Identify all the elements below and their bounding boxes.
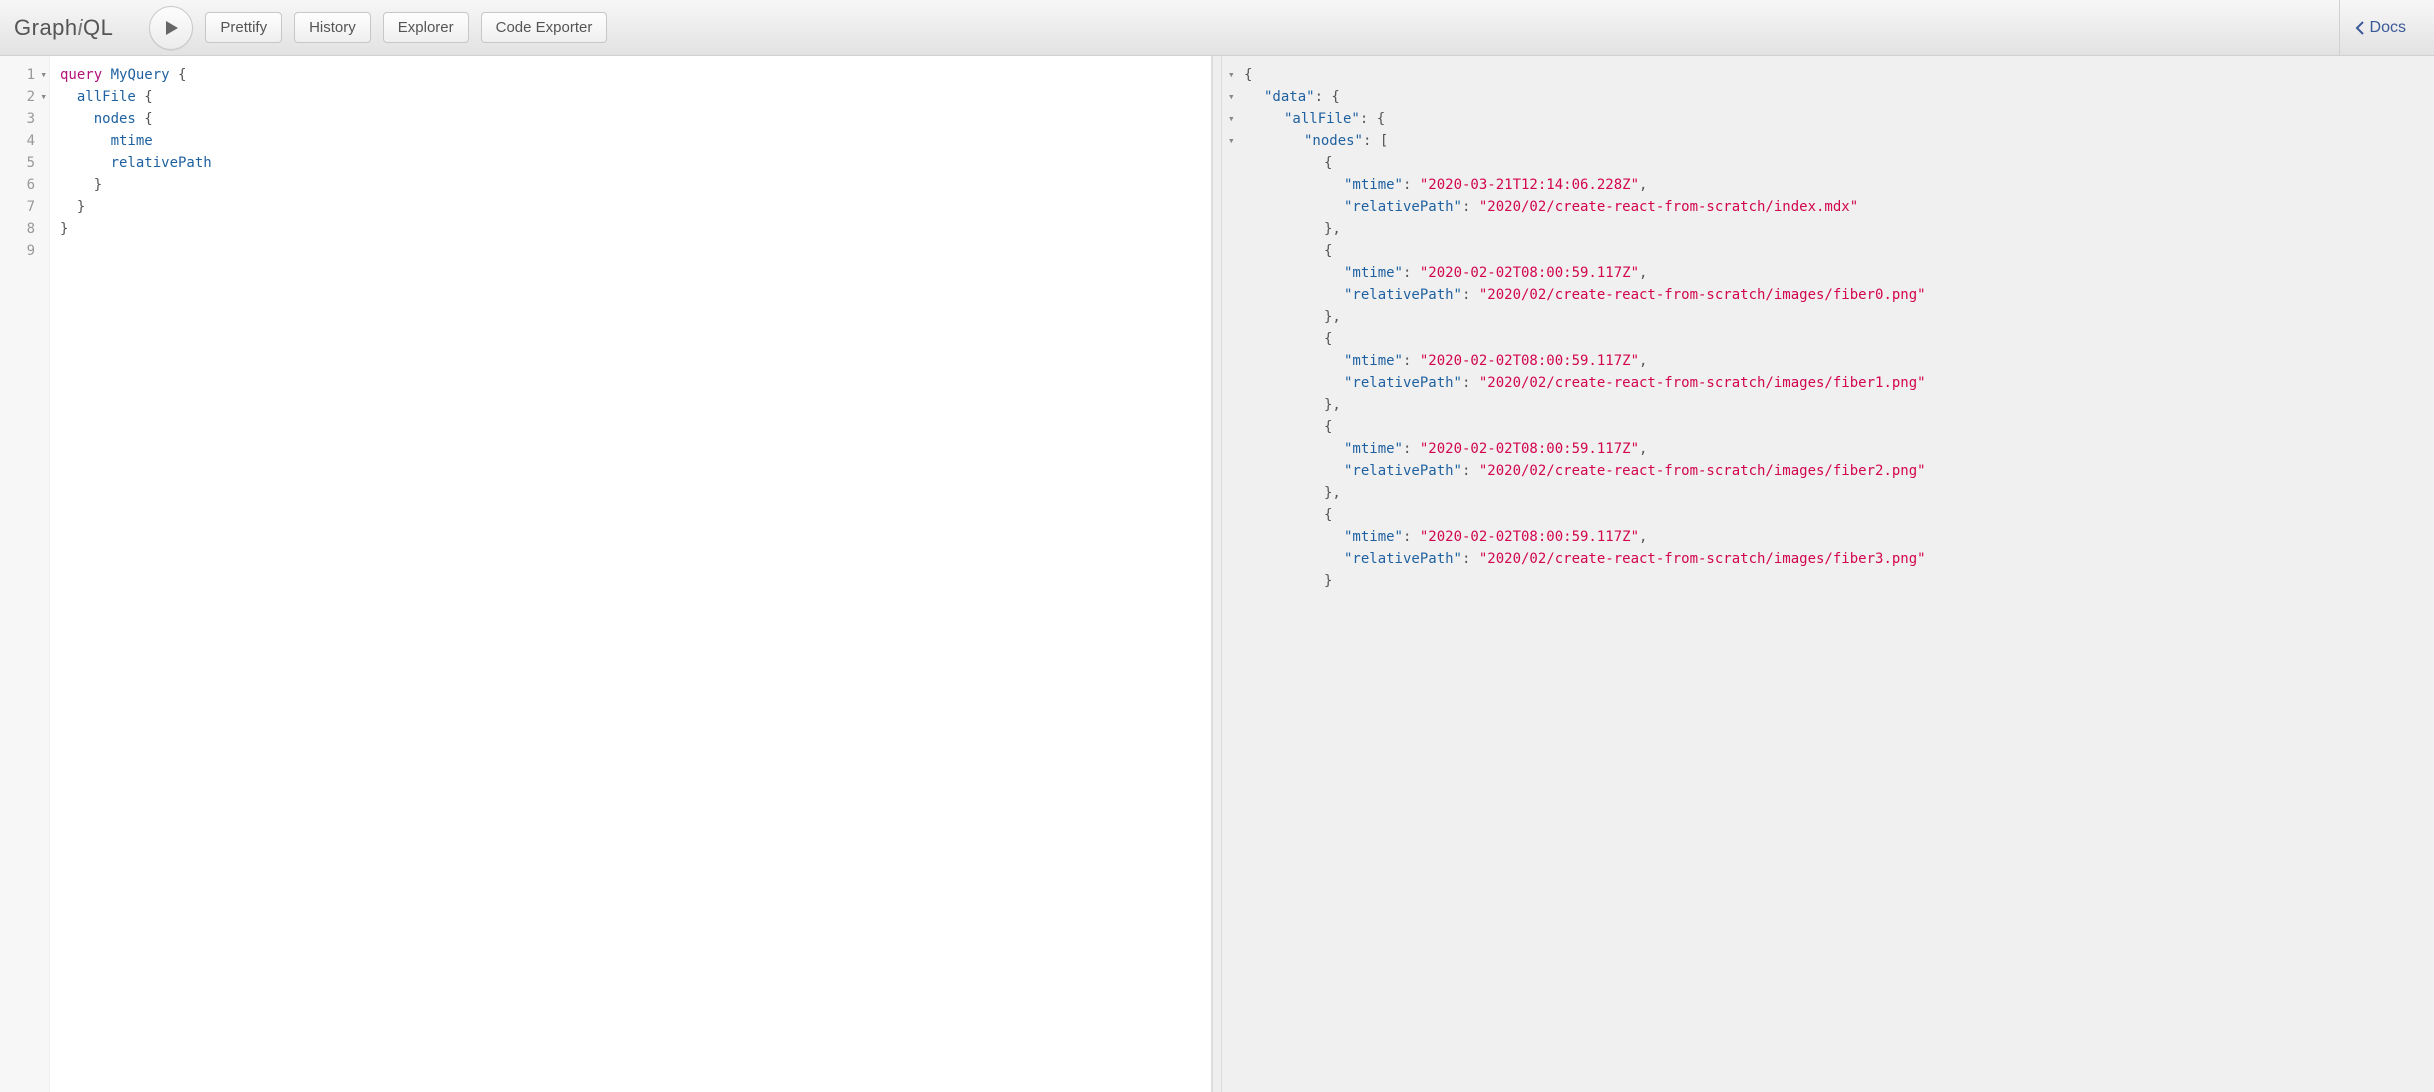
result-line: "relativePath": "2020/02/create-react-fr… <box>1244 372 2428 394</box>
line-number: 2▾ <box>0 86 49 108</box>
prettify-button[interactable]: Prettify <box>205 12 282 43</box>
result-line: "mtime": "2020-02-02T08:00:59.117Z", <box>1244 350 2428 372</box>
code-line: } <box>60 196 1201 218</box>
result-fold-gutter: ▾▾▾▾ <box>1222 56 1244 1092</box>
chevron-left-icon <box>2354 20 2366 36</box>
query-editor[interactable]: query MyQuery { allFile { nodes { mtime … <box>50 56 1211 1092</box>
code-line: relativePath <box>60 152 1201 174</box>
line-number: 3 <box>0 108 49 130</box>
result-line: "mtime": "2020-02-02T08:00:59.117Z", <box>1244 262 2428 284</box>
result-line: { <box>1244 240 2428 262</box>
result-line: { <box>1244 152 2428 174</box>
result-line: "mtime": "2020-03-21T12:14:06.228Z", <box>1244 174 2428 196</box>
result-line: "allFile": { <box>1244 108 2428 130</box>
fold-triangle-icon[interactable]: ▾ <box>1222 64 1244 86</box>
fold-triangle-icon[interactable]: ▾ <box>40 86 47 108</box>
line-number: 5 <box>0 152 49 174</box>
result-line: "mtime": "2020-02-02T08:00:59.117Z", <box>1244 438 2428 460</box>
title-suffix: QL <box>83 15 113 40</box>
result-line: }, <box>1244 394 2428 416</box>
code-line: nodes { <box>60 108 1201 130</box>
result-line: { <box>1244 504 2428 526</box>
line-number: 7 <box>0 196 49 218</box>
history-button[interactable]: History <box>294 12 371 43</box>
query-editor-pane: 1▾2▾3456789 query MyQuery { allFile { no… <box>0 56 1212 1092</box>
result-line: "relativePath": "2020/02/create-react-fr… <box>1244 460 2428 482</box>
result-line: }, <box>1244 482 2428 504</box>
play-icon <box>163 20 179 36</box>
code-exporter-button[interactable]: Code Exporter <box>481 12 608 43</box>
result-line: "data": { <box>1244 86 2428 108</box>
line-gutter: 1▾2▾3456789 <box>0 56 50 1092</box>
line-number: 4 <box>0 130 49 152</box>
result-line: "nodes": [ <box>1244 130 2428 152</box>
result-line: "relativePath": "2020/02/create-react-fr… <box>1244 284 2428 306</box>
result-viewer[interactable]: {"data": {"allFile": {"nodes": [{"mtime"… <box>1244 56 2434 1092</box>
code-line: query MyQuery { <box>60 64 1201 86</box>
line-number: 1▾ <box>0 64 49 86</box>
fold-triangle-icon[interactable]: ▾ <box>1222 86 1244 108</box>
result-line: }, <box>1244 306 2428 328</box>
code-line: mtime <box>60 130 1201 152</box>
topbar: GraphiQL Prettify History Explorer Code … <box>0 0 2434 56</box>
docs-label: Docs <box>2370 19 2406 37</box>
result-line: { <box>1244 416 2428 438</box>
workspace: 1▾2▾3456789 query MyQuery { allFile { no… <box>0 56 2434 1092</box>
code-line: } <box>60 174 1201 196</box>
result-line: } <box>1244 570 2428 592</box>
line-number: 6 <box>0 174 49 196</box>
docs-toggle[interactable]: Docs <box>2339 0 2420 55</box>
line-number: 8 <box>0 218 49 240</box>
title-prefix: Graph <box>14 15 78 40</box>
result-line: "mtime": "2020-02-02T08:00:59.117Z", <box>1244 526 2428 548</box>
execute-button[interactable] <box>149 6 193 50</box>
fold-triangle-icon[interactable]: ▾ <box>1222 130 1244 152</box>
result-line: "relativePath": "2020/02/create-react-fr… <box>1244 548 2428 570</box>
result-line: "relativePath": "2020/02/create-react-fr… <box>1244 196 2428 218</box>
code-line: } <box>60 218 1201 240</box>
result-line: { <box>1244 64 2428 86</box>
result-line: { <box>1244 328 2428 350</box>
result-line: }, <box>1244 218 2428 240</box>
fold-triangle-icon[interactable]: ▾ <box>1222 108 1244 130</box>
line-number: 9 <box>0 240 49 262</box>
explorer-button[interactable]: Explorer <box>383 12 469 43</box>
resize-handle[interactable] <box>1212 56 1222 1092</box>
code-line: allFile { <box>60 86 1201 108</box>
app-title: GraphiQL <box>14 15 113 41</box>
fold-triangle-icon[interactable]: ▾ <box>40 64 47 86</box>
result-pane: ▾▾▾▾ {"data": {"allFile": {"nodes": [{"m… <box>1222 56 2434 1092</box>
